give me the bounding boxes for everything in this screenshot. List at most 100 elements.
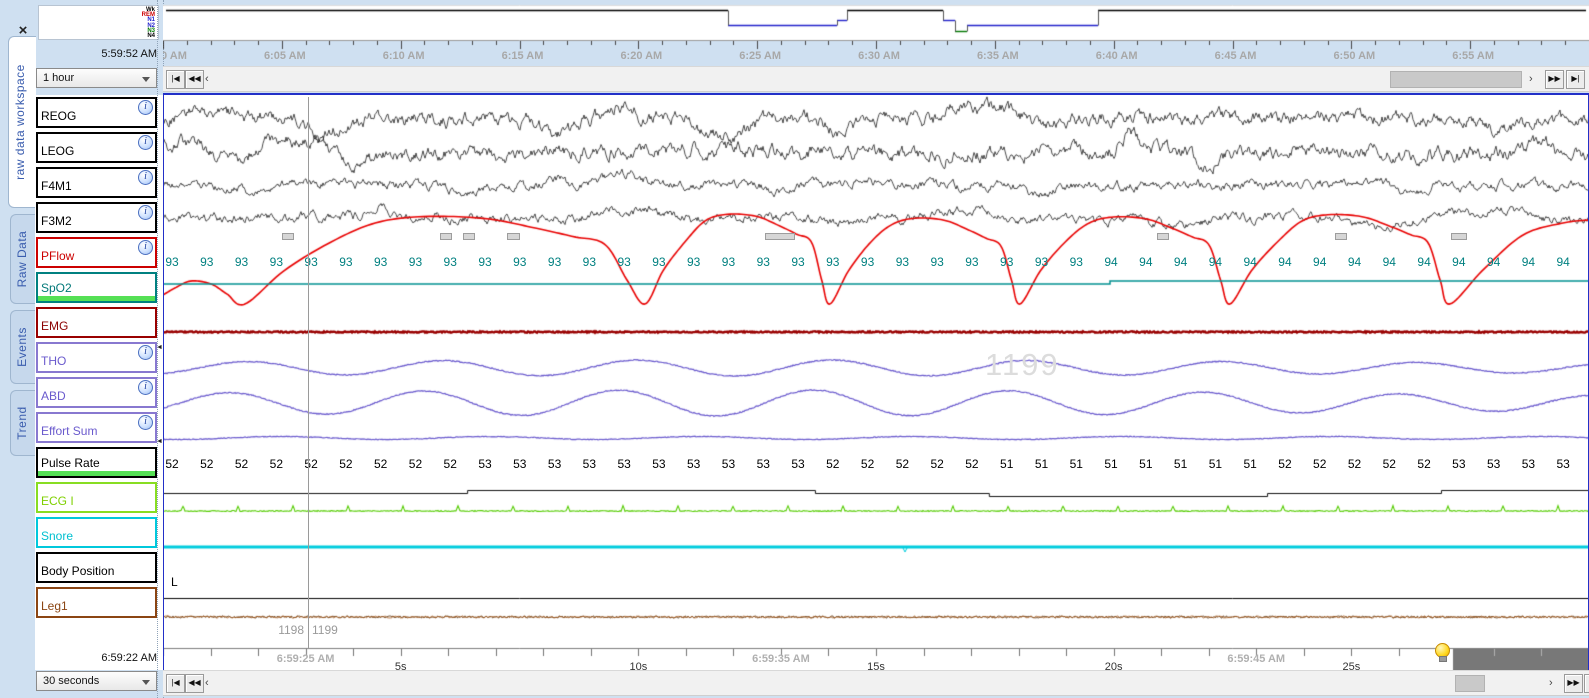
channel-label-f3m2[interactable]: F3M2 i	[36, 202, 157, 233]
tab-label: Trend	[15, 406, 29, 440]
first-epoch-button[interactable]: |◀	[166, 674, 185, 693]
tab-raw-data[interactable]: Raw Data	[10, 214, 35, 304]
channel-label-f4m1[interactable]: F4M1 i	[36, 167, 157, 198]
pulse-value: 51	[1104, 457, 1118, 471]
info-icon[interactable]: i	[138, 345, 153, 360]
spo2-value: 94	[1278, 255, 1292, 269]
spo2-value: 93	[895, 255, 910, 269]
event-marker[interactable]	[440, 233, 452, 240]
fast-forward-button[interactable]: ▶▶	[1545, 70, 1564, 89]
channel-scroll-down-icon[interactable]: ◄	[156, 438, 163, 445]
event-marker[interactable]	[1451, 233, 1467, 240]
channel-label-text: LEOG	[41, 144, 75, 158]
epoch-number-right: 1199	[312, 623, 338, 637]
overview-time-label: 6:35 AM	[976, 50, 1019, 62]
overview-scrollbar: |◀ ◀◀ ‹ › ▶▶ ▶|	[163, 66, 1589, 92]
event-marker[interactable]	[765, 233, 795, 240]
channel-label-abd[interactable]: ABD i	[36, 377, 157, 408]
channel-label-effort-sum[interactable]: Effort Sum i	[36, 412, 157, 443]
info-icon[interactable]: i	[138, 135, 153, 150]
lightbulb-marker-icon[interactable]	[1435, 643, 1450, 662]
spo2-value: 94	[1521, 255, 1536, 269]
event-marker[interactable]	[463, 233, 475, 240]
pulse-value: 51	[1243, 457, 1257, 471]
fast-forward-epoch-button[interactable]: ▶▶	[1564, 674, 1583, 693]
spo2-value: 93	[965, 255, 979, 269]
channel-label-tho[interactable]: THO i	[36, 342, 157, 373]
spo2-value: 93	[860, 255, 875, 269]
scroll-left-icon[interactable]: ‹	[205, 71, 209, 87]
overview-time-label: 6:50 AM	[1333, 50, 1376, 62]
channel-underline	[38, 296, 155, 301]
channel-label-leg1[interactable]: Leg1	[36, 587, 157, 618]
channel-label-reog[interactable]: REOG i	[36, 97, 157, 128]
scroll-right-icon[interactable]: ›	[1549, 675, 1553, 691]
info-icon[interactable]: i	[138, 100, 153, 115]
spo2-value: 93	[930, 255, 944, 269]
event-marker[interactable]	[1335, 233, 1347, 240]
waveform-panel[interactable]: 1199 93 93 93 93 93 93 93 93 93 93 93 93 93 93 93 93 93 9…	[163, 95, 1589, 670]
spo2-value: 93	[478, 255, 492, 269]
spo2-value: 93	[304, 255, 318, 269]
scroll-right-icon[interactable]: ›	[1529, 71, 1533, 87]
channel-label-spo2[interactable]: SpO2	[36, 272, 157, 303]
pulse-value: 52	[269, 457, 284, 471]
psg-app: { "sidebar": { "close": "×", "tabs": [ {…	[0, 0, 1589, 698]
overview-strip[interactable]: 6:00 AM 6:05 AM 6:10 AM 6:15 AM 6:20 AM 6:25 …	[163, 0, 1589, 66]
channel-label-emg[interactable]: EMG	[36, 307, 157, 338]
pulse-value: 52	[1347, 457, 1362, 471]
last-page-button[interactable]: ▶|	[1566, 70, 1585, 89]
axis-seconds-label: 15s	[867, 661, 885, 670]
body-position-value: L	[171, 575, 178, 589]
info-icon[interactable]: i	[138, 380, 153, 395]
channel-label-snore[interactable]: Snore	[36, 517, 157, 548]
pulse-value: 52	[408, 457, 423, 471]
tab-events[interactable]: Events	[10, 310, 35, 384]
epoch-watermark: 1199	[985, 347, 1060, 382]
channel-label-text: REOG	[41, 109, 77, 123]
axis-seconds-label: 5s	[394, 661, 407, 670]
first-page-button[interactable]: |◀	[166, 70, 185, 89]
info-icon[interactable]: i	[138, 205, 153, 220]
bottom-window-select[interactable]: 30 seconds	[36, 671, 157, 691]
info-icon[interactable]: i	[138, 415, 153, 430]
spo2-value: 93	[687, 255, 701, 269]
pulse-value: 52	[304, 457, 318, 471]
channel-label-text: F4M1	[41, 179, 72, 193]
overview-scroll-thumb[interactable]	[1390, 71, 1522, 88]
channel-label-leog[interactable]: LEOG i	[36, 132, 157, 163]
spo2-value: 93	[826, 255, 840, 269]
pulse-value: 53	[756, 457, 770, 471]
last-epoch-button[interactable]: ▶|	[1584, 674, 1589, 693]
info-icon[interactable]: i	[138, 240, 153, 255]
overview-time-label: 6:40 AM	[1095, 50, 1138, 62]
channel-label-ecg-i[interactable]: ECG I	[36, 482, 157, 513]
spo2-value: 93	[582, 255, 597, 269]
channel-label-body-position[interactable]: Body Position	[36, 552, 157, 583]
event-marker[interactable]	[507, 233, 520, 240]
pulse-value: 53	[1556, 457, 1570, 471]
channel-label-pulse-rate[interactable]: Pulse Rate	[36, 447, 157, 478]
epoch-scroll-thumb[interactable]	[1455, 675, 1485, 692]
axis-seconds-label: 10s	[629, 661, 648, 670]
pulse-value: 52	[1313, 457, 1327, 471]
pulse-value: 52	[373, 457, 388, 471]
top-window-select[interactable]: 1 hour	[36, 68, 157, 88]
channel-label-text: Pulse Rate	[41, 456, 100, 470]
fast-back-epoch-button[interactable]: ◀◀	[185, 674, 204, 693]
channel-label-text: ECG I	[41, 494, 74, 508]
scroll-left-icon[interactable]: ‹	[205, 675, 209, 691]
spo2-value: 94	[1313, 255, 1327, 269]
event-marker[interactable]	[282, 233, 294, 240]
pulse-value: 52	[165, 457, 179, 471]
tab-raw-data-workspace[interactable]: raw data workspace	[8, 36, 36, 208]
fast-back-button[interactable]: ◀◀	[185, 70, 204, 89]
pulse-value: 51	[1000, 457, 1014, 471]
event-marker[interactable]	[1157, 233, 1169, 240]
info-icon[interactable]: i	[138, 170, 153, 185]
tab-trend[interactable]: Trend	[10, 390, 35, 456]
tab-label: raw data workspace	[13, 64, 27, 180]
overview-time-label: 6:15 AM	[501, 50, 544, 62]
channel-scroll-up-icon[interactable]: ◄	[156, 344, 163, 351]
channel-label-pflow[interactable]: PFlow i	[36, 237, 157, 268]
